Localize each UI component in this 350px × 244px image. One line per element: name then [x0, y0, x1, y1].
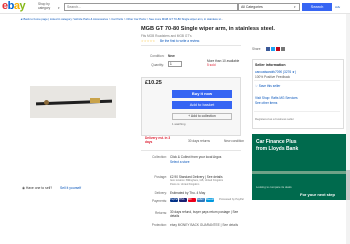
add-to-collection-label: Add to collection: [190, 114, 216, 118]
protection-label: Protection:: [151, 223, 167, 227]
ad-small-text: Looking to compare its deals: [256, 185, 292, 189]
maestro-icon: Maestro: [206, 198, 215, 202]
breadcrumb[interactable]: ◄ Back to home page | Listed in category…: [20, 17, 223, 21]
select-store-link[interactable]: Select a store: [170, 160, 190, 164]
posts-to: Posts to: United Kingdom: [170, 183, 200, 186]
amex-icon: AMEX: [197, 198, 205, 202]
add-to-basket-button[interactable]: Add to basket: [172, 101, 232, 109]
buy-it-now-button[interactable]: Buy it now: [172, 90, 232, 98]
postage-label: Postage:: [154, 175, 167, 179]
write-review-link[interactable]: Be the first to write a review.: [160, 39, 200, 43]
returns-label: Returns:: [154, 211, 167, 215]
payment-methods: PayPalVISA MC AMEX Maestro: [170, 198, 215, 202]
facebook-icon[interactable]: [266, 47, 270, 51]
title-divider: [141, 45, 241, 46]
item-title: MGB GT 70-80 Single wiper arm, in stainl…: [141, 26, 275, 32]
quantity-field[interactable]: [168, 61, 182, 67]
sell-it-yourself-link[interactable]: Sell it yourself: [60, 186, 81, 190]
returns-badge: 30 days returns: [188, 139, 210, 143]
save-seller-label: Save this seller: [258, 84, 281, 88]
email-icon[interactable]: [281, 47, 285, 51]
new-condition-badge: New condition: [224, 139, 245, 143]
wiper-label-image: [90, 98, 100, 103]
seller-feedback: 100% Positive Feedback: [255, 75, 291, 79]
scrollbar-thumb[interactable]: [346, 170, 350, 200]
registered-business: Registered as a business seller: [255, 117, 294, 121]
seller-name[interactable]: carcoatsandrk7090 (3276 ★): [255, 70, 296, 74]
returns-value[interactable]: 30 days refund, buyer pays return postag…: [170, 210, 245, 219]
shop-by-category[interactable]: Shop by category: [38, 2, 58, 10]
search-input[interactable]: [64, 3, 238, 11]
details-divider: [141, 150, 241, 151]
collection-value: Click & Collect from your local Argos: [170, 155, 222, 159]
visit-shop-link[interactable]: Visit Shop: Rafts MG Services: [255, 96, 298, 100]
condition-value: New: [168, 54, 175, 58]
item-subtitle: Fits MGB Roadsters and MGB GT's: [141, 34, 192, 38]
payments-label: Payments:: [151, 199, 167, 203]
condition-label: Condition:: [150, 54, 165, 58]
have-one-to-sell-label: Have one to sell?: [25, 186, 53, 190]
collection-label: Collection:: [152, 155, 167, 159]
header-divider: [0, 13, 350, 14]
seller-divider-2: [254, 111, 340, 112]
logo-letter-y: y: [19, 0, 26, 12]
quantity-label: Quantity:: [151, 63, 164, 67]
ad-subtitle: from Lloyds Bank: [256, 146, 299, 152]
chevron-down-icon[interactable]: ▾: [58, 6, 60, 10]
paypal-icon: PayPal: [170, 198, 178, 202]
seller-heading: Seller information: [255, 63, 286, 67]
watching-count: 1 watching: [172, 122, 186, 126]
scrollbar-track[interactable]: [346, 14, 350, 244]
wiper-mount-image: [44, 100, 49, 105]
category-chevron-icon: ▾: [294, 5, 296, 9]
search-button[interactable]: Search: [302, 3, 332, 11]
sold-count[interactable]: 5 sold: [207, 63, 216, 67]
advanced-link[interactable]: Adv: [335, 5, 340, 9]
see-other-items-link[interactable]: See other items: [255, 101, 277, 105]
pinterest-icon[interactable]: [276, 47, 280, 51]
price: £10.25: [145, 80, 162, 86]
delivery-estimate: Delivery est. in 3 days: [145, 136, 171, 144]
twitter-icon[interactable]: [271, 47, 275, 51]
mastercard-icon: MC: [188, 198, 196, 202]
delivery-label: Delivery:: [154, 191, 167, 195]
rating-stars-icon: ☆☆☆☆☆: [141, 39, 156, 43]
money-back-guarantee[interactable]: ebay MONEY BACK GUARANTEE | See details: [170, 223, 238, 227]
category-select[interactable]: All Categories: [238, 3, 300, 11]
ad-title: Car Finance Plus: [256, 139, 297, 145]
seller-divider: [254, 80, 340, 81]
delivery-value: Estimated by Thu. 4 May: [170, 191, 206, 195]
payments-note: Processed by PayPal: [219, 198, 244, 201]
share-label: Share: [252, 47, 261, 51]
visa-icon: VISA: [179, 198, 187, 202]
ebay-logo[interactable]: ebay: [2, 0, 26, 12]
ad-next-step[interactable]: For your next step: [300, 192, 335, 197]
have-one-to-sell: ◉ Have one to sell?: [22, 186, 52, 190]
ad-stripe: [252, 171, 346, 174]
add-to-collection-button[interactable]: + Add to collection: [172, 113, 232, 120]
save-seller-link[interactable]: ♡ Save this seller: [255, 84, 280, 88]
